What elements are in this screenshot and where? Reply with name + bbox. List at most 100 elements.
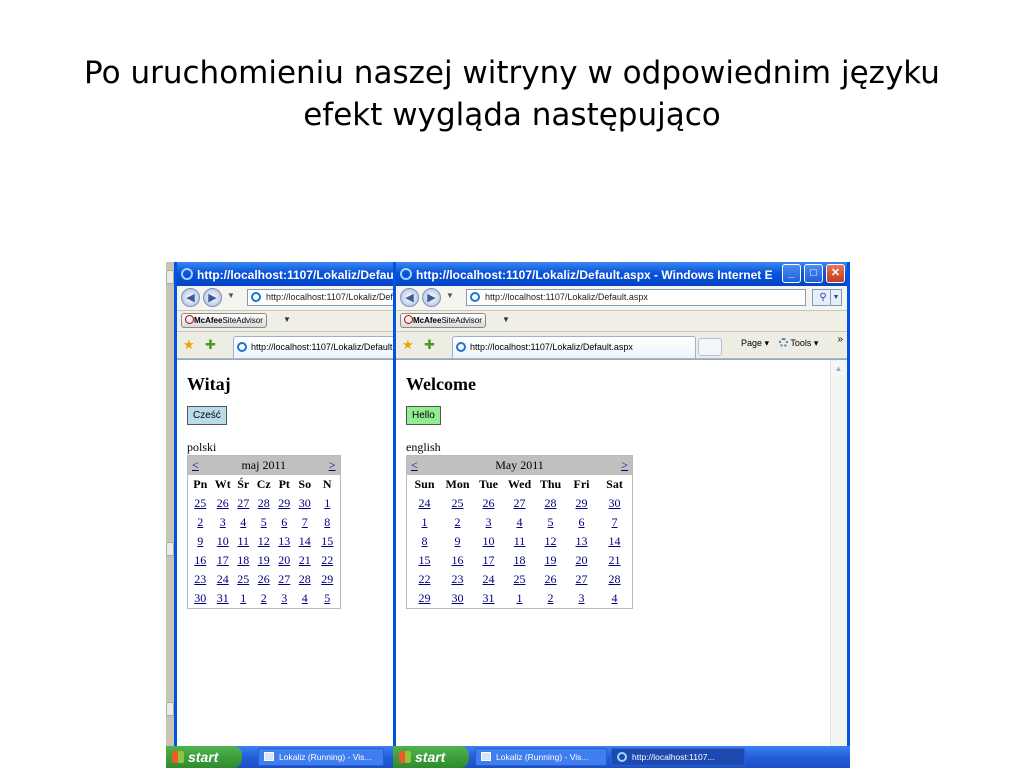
calendar-day-cell[interactable]: 1 <box>233 589 254 609</box>
calendar-day-cell[interactable]: 4 <box>295 589 316 609</box>
calendar-day-link[interactable]: 8 <box>324 515 330 529</box>
calendar-day-cell[interactable]: 11 <box>504 532 535 551</box>
calendar-day-cell[interactable]: 3 <box>274 589 295 609</box>
calendar-day-cell[interactable]: 29 <box>566 494 597 513</box>
calendar-day-cell[interactable]: 28 <box>295 570 316 589</box>
calendar-day-link[interactable]: 4 <box>240 515 246 529</box>
calendar-day-link[interactable]: 21 <box>609 553 621 567</box>
calendar-day-link[interactable]: 30 <box>452 591 464 605</box>
calendar-day-link[interactable]: 25 <box>194 496 206 510</box>
calendar-day-link[interactable]: 2 <box>261 591 267 605</box>
calendar-day-cell[interactable]: 26 <box>254 570 275 589</box>
calendar-day-link[interactable]: 24 <box>483 572 495 586</box>
calendar-day-cell[interactable]: 2 <box>188 513 213 532</box>
calendar-day-link[interactable]: 5 <box>324 591 330 605</box>
calendar-day-cell[interactable]: 5 <box>254 513 275 532</box>
calendar-day-cell[interactable]: 30 <box>597 494 633 513</box>
calendar-day-cell[interactable]: 28 <box>254 494 275 513</box>
add-favorites-icon[interactable]: ✚ <box>205 337 216 353</box>
calendar-day-link[interactable]: 2 <box>455 515 461 529</box>
browser-window-english[interactable]: http://localhost:1107/Lokaliz/Default.as… <box>393 262 850 768</box>
calendar-day-link[interactable]: 11 <box>514 534 526 548</box>
calendar-day-link[interactable]: 25 <box>514 572 526 586</box>
calendar-day-link[interactable]: 28 <box>609 572 621 586</box>
calendar-day-link[interactable]: 1 <box>517 591 523 605</box>
calendar-day-link[interactable]: 3 <box>220 515 226 529</box>
new-tab-button[interactable] <box>698 338 722 356</box>
calendar-day-cell[interactable]: 28 <box>597 570 633 589</box>
calendar-day-link[interactable]: 16 <box>452 553 464 567</box>
back-button-polish[interactable]: ◀ <box>181 288 200 307</box>
calendar-day-link[interactable]: 28 <box>299 572 311 586</box>
calendar-day-cell[interactable]: 29 <box>407 589 443 609</box>
calendar-day-link[interactable]: 1 <box>422 515 428 529</box>
calendar-day-cell[interactable]: 6 <box>566 513 597 532</box>
mcafee-siteadvisor-button-english[interactable]: McAfeeSiteAdvisor <box>400 313 486 328</box>
calendar-day-link[interactable]: 16 <box>194 553 206 567</box>
calendar-day-cell[interactable]: 20 <box>566 551 597 570</box>
calendar-day-link[interactable]: 26 <box>258 572 270 586</box>
calendar-day-link[interactable]: 23 <box>194 572 206 586</box>
calendar-day-link[interactable]: 29 <box>278 496 290 510</box>
calendar-day-cell[interactable]: 7 <box>597 513 633 532</box>
calendar-day-link[interactable]: 26 <box>217 496 229 510</box>
favorites-star-icon[interactable]: ★ <box>402 337 414 353</box>
calendar-day-link[interactable]: 17 <box>483 553 495 567</box>
calendar-day-cell[interactable]: 11 <box>233 532 254 551</box>
calendar-day-cell[interactable]: 30 <box>442 589 473 609</box>
calendar-day-link[interactable]: 25 <box>452 496 464 510</box>
calendar-day-cell[interactable]: 23 <box>188 570 213 589</box>
calendar-day-cell[interactable]: 10 <box>473 532 504 551</box>
calendar-day-cell[interactable]: 25 <box>504 570 535 589</box>
calendar-day-cell[interactable]: 13 <box>566 532 597 551</box>
calendar-day-cell[interactable]: 2 <box>442 513 473 532</box>
calendar-day-link[interactable]: 31 <box>217 591 229 605</box>
calendar-day-cell[interactable]: 30 <box>295 494 316 513</box>
window-titlebar-polish[interactable]: http://localhost:1107/Lokaliz/Default.as… <box>177 262 399 286</box>
start-button-left[interactable]: start <box>166 746 242 768</box>
calendar-day-cell[interactable]: 21 <box>597 551 633 570</box>
calendar-day-cell[interactable]: 26 <box>213 494 234 513</box>
calendar-day-link[interactable]: 10 <box>483 534 495 548</box>
calendar-day-cell[interactable]: 24 <box>213 570 234 589</box>
calendar-day-cell[interactable]: 15 <box>407 551 443 570</box>
calendar-day-link[interactable]: 27 <box>576 572 588 586</box>
minimize-button[interactable]: _ <box>782 264 801 283</box>
add-favorites-icon[interactable]: ✚ <box>424 337 435 353</box>
calendar-day-cell[interactable]: 25 <box>442 494 473 513</box>
calendar-day-cell[interactable]: 20 <box>274 551 295 570</box>
calendar-day-cell[interactable]: 15 <box>315 532 340 551</box>
calendar-day-link[interactable]: 27 <box>237 496 249 510</box>
calendar-day-cell[interactable]: 16 <box>188 551 213 570</box>
calendar-day-link[interactable]: 28 <box>545 496 557 510</box>
calendar-day-link[interactable]: 9 <box>197 534 203 548</box>
calendar-day-cell[interactable]: 21 <box>295 551 316 570</box>
calendar-day-link[interactable]: 12 <box>545 534 557 548</box>
calendar-day-link[interactable]: 18 <box>514 553 526 567</box>
calendar-day-link[interactable]: 26 <box>483 496 495 510</box>
back-button-english[interactable]: ◀ <box>400 288 419 307</box>
calendar-day-cell[interactable]: 5 <box>315 589 340 609</box>
calendar-day-link[interactable]: 26 <box>545 572 557 586</box>
calendar-day-cell[interactable]: 17 <box>473 551 504 570</box>
calendar-day-link[interactable]: 14 <box>609 534 621 548</box>
calendar-day-cell[interactable]: 27 <box>274 570 295 589</box>
greeting-button-english[interactable]: Hello <box>406 406 441 425</box>
calendar-day-cell[interactable]: 26 <box>473 494 504 513</box>
calendar-day-cell[interactable]: 12 <box>254 532 275 551</box>
tab-english[interactable]: http://localhost:1107/Lokaliz/Default.as… <box>452 336 696 358</box>
scroll-up-arrow-icon[interactable]: ▲ <box>832 362 845 376</box>
calendar-day-link[interactable]: 19 <box>545 553 557 567</box>
calendar-day-cell[interactable]: 12 <box>535 532 566 551</box>
calendar-day-link[interactable]: 20 <box>576 553 588 567</box>
calendar-day-cell[interactable]: 6 <box>274 513 295 532</box>
calendar-day-cell[interactable]: 18 <box>233 551 254 570</box>
calendar-day-cell[interactable]: 7 <box>295 513 316 532</box>
calendar-day-link[interactable]: 5 <box>261 515 267 529</box>
calendar-day-link[interactable]: 4 <box>517 515 523 529</box>
calendar-day-cell[interactable]: 14 <box>597 532 633 551</box>
page-menu-button[interactable]: Page ▾ <box>741 338 769 349</box>
toolbar-overflow-icon[interactable]: » <box>837 334 843 345</box>
tools-menu-button[interactable]: Tools ▾ <box>779 338 818 349</box>
calendar-day-cell[interactable]: 8 <box>315 513 340 532</box>
